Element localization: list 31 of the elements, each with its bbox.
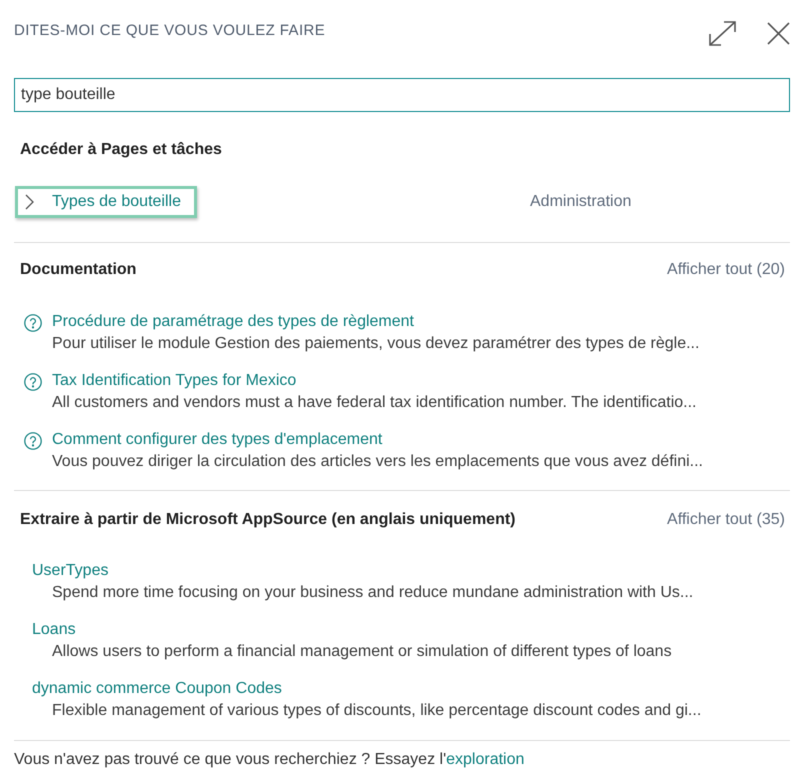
app-result-description: Flexible management of various types of discounts, like percentage discount codes and gi...: [52, 701, 702, 721]
app-result-link[interactable]: UserTypes: [32, 560, 108, 582]
section-heading: Extraire à partir de Microsoft AppSource (en anglais uniquement): [20, 510, 516, 530]
dialog-title: DITES-MOI CE QUE VOUS VOULEZ FAIRE: [14, 20, 326, 41]
doc-result-link[interactable]: Comment configurer des types d'emplacement: [52, 429, 382, 451]
help-icon: [24, 432, 42, 450]
doc-result-description: All customers and vendors must a have federal tax identification number. The identificatio...: [52, 393, 696, 413]
doc-result-link[interactable]: Tax Identification Types for Mexico: [52, 370, 296, 392]
section-heading: Accéder à Pages et tâches: [20, 140, 222, 160]
doc-result-description: Vous pouvez diriger la circulation des articles vers les emplacements que vous avez défini...: [52, 452, 703, 472]
close-icon: [767, 22, 790, 44]
expand-icon: [708, 20, 737, 46]
search-field[interactable]: type bouteille: [14, 78, 790, 112]
show-all-link[interactable]: Afficher tout (35): [667, 509, 785, 531]
app-result-link[interactable]: Loans: [32, 619, 76, 641]
footer-text: Vous n'avez pas trouvé ce que vous recherchiez ? Essayez l'exploration: [14, 750, 526, 770]
help-icon: [24, 314, 42, 332]
doc-result-description: Pour utiliser le module Gestion des paiements, vous devez paramétrer des types de règle...: [52, 334, 700, 354]
expand-button[interactable]: [708, 20, 737, 46]
section-heading: Documentation: [20, 260, 136, 280]
app-result-description: Spend more time focusing on your business and reduce mundane administration with Us...: [52, 583, 694, 603]
doc-result-link[interactable]: Procédure de paramétrage des types de règlement: [52, 311, 414, 333]
chevron-right-icon: [25, 194, 34, 210]
page-result-item[interactable]: Types de bouteille: [15, 186, 197, 218]
show-all-link[interactable]: Afficher tout (20): [667, 259, 785, 281]
help-icon: [24, 373, 42, 391]
app-result-description: Allows users to perform a financial management or simulation of different types of loans: [52, 642, 673, 662]
exploration-link[interactable]: exploration: [446, 751, 524, 768]
app-result-link[interactable]: dynamic commerce Coupon Codes: [32, 678, 282, 700]
page-category: Administration: [530, 192, 632, 212]
close-button[interactable]: [767, 22, 790, 44]
